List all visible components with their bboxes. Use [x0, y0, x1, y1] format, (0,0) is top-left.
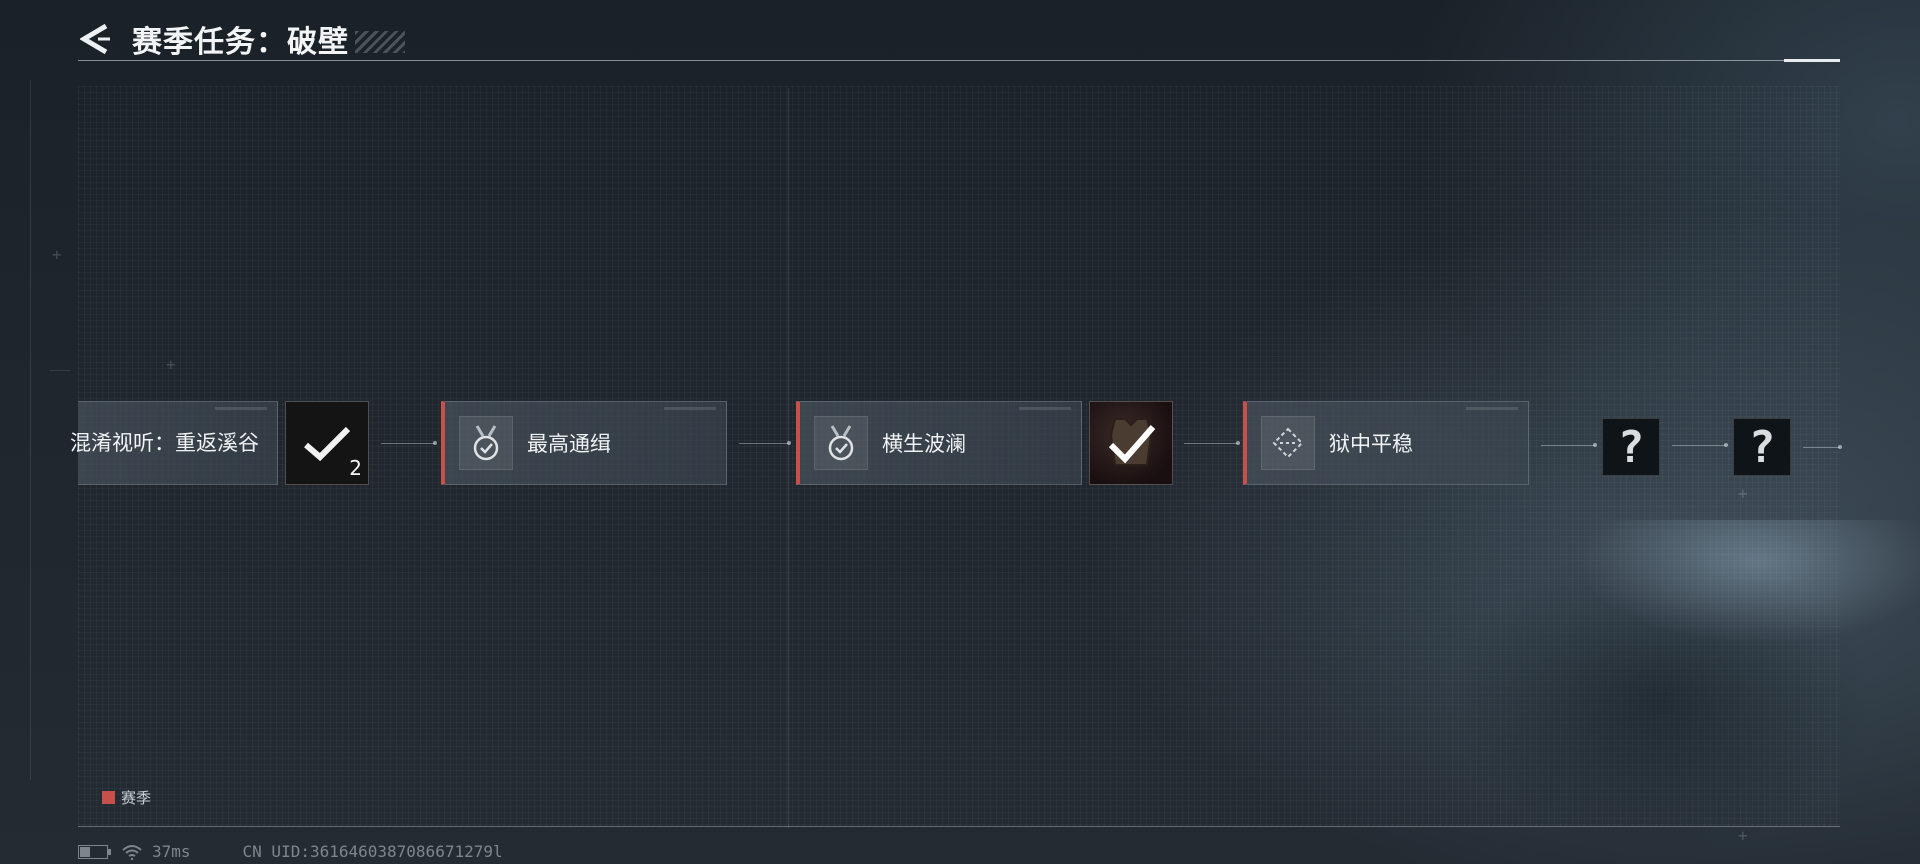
back-arrow-icon: [80, 23, 110, 55]
reward-item[interactable]: 2: [285, 401, 369, 485]
card-top-line: [1019, 407, 1071, 410]
wifi-icon: [122, 844, 142, 860]
panel-bottom-divider: [78, 826, 1840, 827]
battery-icon: [78, 844, 111, 859]
reward-item[interactable]: [1089, 401, 1173, 485]
task-label: 混淆视听：重返溪谷: [70, 431, 259, 455]
path-connector: [1541, 443, 1597, 447]
header-divider: [78, 60, 1840, 61]
frame-line: [30, 80, 31, 780]
task-label: 狱中平稳: [1329, 432, 1413, 456]
card-top-line: [1466, 407, 1518, 410]
medal-check-icon: [814, 416, 868, 470]
frame-tick: [50, 370, 70, 371]
legend-label: 赛季: [121, 789, 152, 807]
crosshair-mark: +: [52, 245, 62, 264]
crosshair-mark: +: [1738, 826, 1748, 845]
task-card[interactable]: 混淆视听：重返溪谷: [70, 401, 278, 485]
task-card[interactable]: 狱中平稳: [1243, 401, 1529, 485]
ping-readout: 37ms: [152, 842, 191, 861]
crosshair-mark: +: [166, 355, 176, 374]
legend: 赛季: [102, 787, 151, 808]
user-uid: CN UID:3616460387086671279l: [242, 842, 503, 861]
path-connector: [381, 441, 437, 445]
reward-count: 2: [349, 456, 362, 480]
task-card[interactable]: 横生波澜: [796, 401, 1082, 485]
path-connector: [1803, 445, 1842, 449]
locked-task-node[interactable]: ?: [1602, 418, 1660, 476]
task-card[interactable]: 最高通缉: [441, 401, 727, 485]
check-icon: [304, 426, 351, 462]
vest-check-icon: [1108, 418, 1156, 466]
task-label: 最高通缉: [527, 432, 611, 456]
panel-divider: [788, 88, 789, 828]
card-top-line: [215, 407, 267, 410]
status-bar: 37ms CN UID:3616460387086671279l: [78, 842, 503, 861]
crosshair-mark: +: [1738, 484, 1748, 503]
path-connector: [1184, 441, 1240, 445]
medal-check-icon: [459, 416, 513, 470]
card-top-line: [664, 407, 716, 410]
path-connector: [739, 441, 791, 445]
route-diamond-icon: [1261, 416, 1315, 470]
page-title: 赛季任务：破壁: [132, 25, 349, 60]
page-header: 赛季任务：破壁: [78, 18, 405, 60]
header-divider-accent: [1784, 59, 1840, 62]
locked-task-node[interactable]: ?: [1733, 418, 1791, 476]
title-hatch-decoration: [355, 31, 405, 53]
legend-swatch: [102, 791, 115, 804]
storm-background: [1400, 520, 1920, 864]
back-button[interactable]: [78, 21, 114, 57]
path-connector: [1672, 443, 1728, 447]
task-label: 横生波澜: [882, 432, 966, 456]
